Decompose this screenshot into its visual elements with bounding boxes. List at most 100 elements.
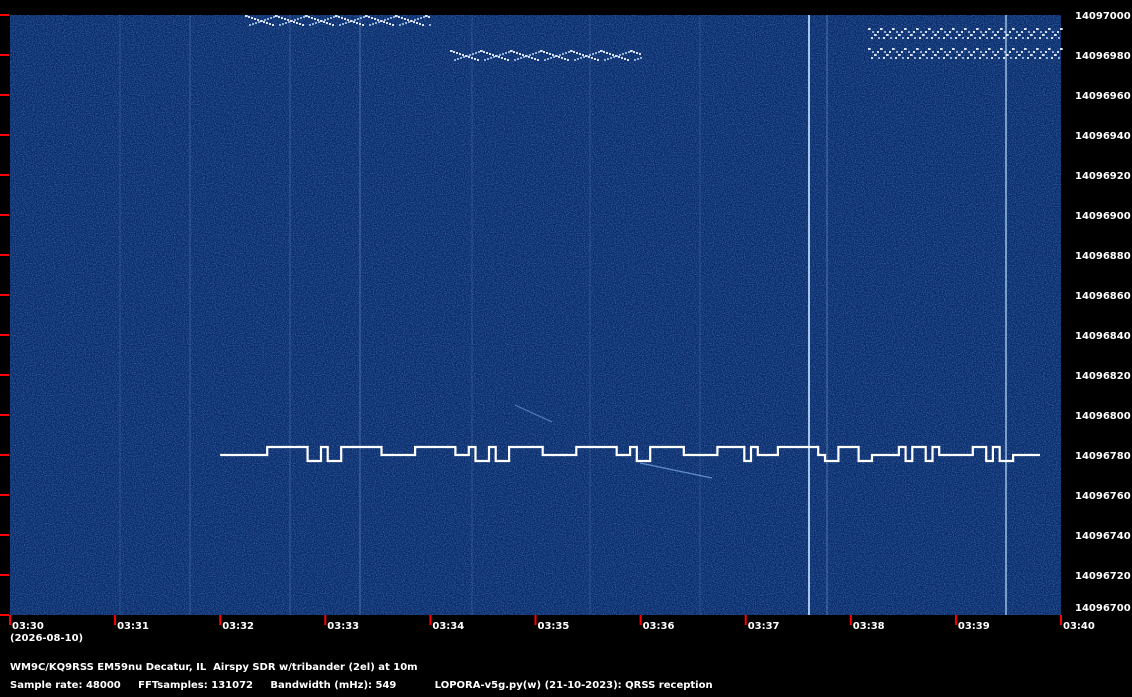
signal-dot: [884, 51, 886, 53]
signal-dot: [905, 48, 907, 50]
signal-dot: [925, 51, 927, 53]
signal-dot: [896, 51, 898, 53]
signal-dot: [1010, 37, 1012, 39]
signal-dot: [451, 50, 453, 52]
signal-dot: [357, 18, 359, 20]
signal-dot: [1004, 51, 1006, 53]
signal-dot: [344, 18, 346, 20]
signal-dot: [1016, 31, 1018, 33]
signal-dot: [953, 28, 955, 30]
signal-dot: [348, 21, 350, 23]
signal-dot: [1055, 54, 1057, 56]
signal-dot: [941, 48, 943, 50]
signal-dot: [571, 50, 573, 52]
signal-dot: [998, 57, 1000, 59]
signal-dot: [610, 57, 612, 59]
y-tick-label: 14096980: [1075, 51, 1131, 62]
signal-dot: [384, 19, 386, 21]
signal-dot: [962, 57, 964, 59]
signal-dot: [1046, 37, 1048, 39]
signal-dot: [1003, 37, 1005, 39]
signal-dot: [420, 17, 422, 19]
signal-dot: [887, 54, 889, 56]
signal-dot: [1034, 57, 1036, 59]
signal-dot: [917, 28, 919, 30]
signal-dot: [460, 57, 462, 59]
signal-dot: [383, 21, 385, 23]
signal-dot: [471, 57, 473, 59]
signal-dot: [1027, 57, 1029, 59]
signal-dot: [961, 51, 963, 53]
signal-dot: [469, 54, 471, 56]
signal-dot: [387, 18, 389, 20]
signal-dot: [983, 34, 985, 36]
signal-dot: [270, 17, 272, 19]
signal-dot: [574, 59, 576, 61]
signal-dot: [937, 31, 939, 33]
signal-dot: [887, 34, 889, 36]
signal-dot: [502, 53, 504, 55]
signal-dot: [1037, 48, 1039, 50]
signal-dot: [315, 22, 317, 24]
signal-dot: [895, 37, 897, 39]
signal-dot: [318, 21, 320, 23]
signal-dot: [549, 53, 551, 55]
signal-dot: [499, 54, 501, 56]
signal-dot: [1033, 51, 1035, 53]
signal-dot: [532, 53, 534, 55]
signal-dot: [967, 57, 969, 59]
x-tick-label: 03:35: [538, 621, 570, 632]
y-tick-label: 14096780: [1075, 451, 1131, 462]
signal-dot: [631, 50, 633, 52]
signal-dot: [640, 57, 642, 59]
signal-dot: [547, 58, 549, 60]
signal-dot: [522, 54, 524, 56]
signal-dot: [1049, 48, 1051, 50]
signal-dot: [332, 24, 334, 26]
signal-dot: [955, 37, 957, 39]
signal-dot: [1057, 31, 1059, 33]
signal-dot: [869, 28, 871, 30]
signal-dot: [949, 51, 951, 53]
signal-dot: [944, 51, 946, 53]
signal-dot: [997, 51, 999, 53]
signal-dot: [1046, 57, 1048, 59]
signal-dot: [985, 31, 987, 33]
signal-dot: [573, 51, 575, 53]
signal-dot: [359, 23, 361, 25]
signal-dot: [565, 52, 567, 54]
signal-dot: [481, 50, 483, 52]
signal-dot: [477, 59, 479, 61]
signal-dot: [901, 51, 903, 53]
signal-dot: [490, 57, 492, 59]
signal-dot: [911, 34, 913, 36]
signal-dot: [408, 21, 410, 23]
signal-dot: [378, 21, 380, 23]
signal-dot: [1015, 37, 1017, 39]
signal-dot: [1025, 48, 1027, 50]
signal-dot: [931, 57, 933, 59]
signal-dot: [947, 34, 949, 36]
signal-dot: [625, 52, 627, 54]
fft-samples-text: FFTsamples: 131072: [138, 680, 253, 691]
signal-dot: [1045, 51, 1047, 53]
x-tick-label: 03:30: [12, 621, 44, 632]
signal-dot: [466, 55, 468, 57]
signal-dot: [893, 48, 895, 50]
signal-dot: [589, 54, 591, 56]
signal-dot: [980, 31, 982, 33]
signal-dot: [372, 23, 374, 25]
signal-dot: [496, 55, 498, 57]
signal-dot: [558, 56, 560, 58]
signal-dot: [272, 24, 274, 26]
signal-dot: [1001, 28, 1003, 30]
signal-dot: [339, 24, 341, 26]
signal-dot: [979, 57, 981, 59]
signal-dot: [423, 16, 425, 18]
signal-dot: [538, 51, 540, 53]
signal-dot: [639, 53, 641, 55]
signal-dot: [401, 17, 403, 19]
signal-dot: [543, 51, 545, 53]
signal-dot: [890, 37, 892, 39]
signal-dot: [426, 15, 428, 17]
